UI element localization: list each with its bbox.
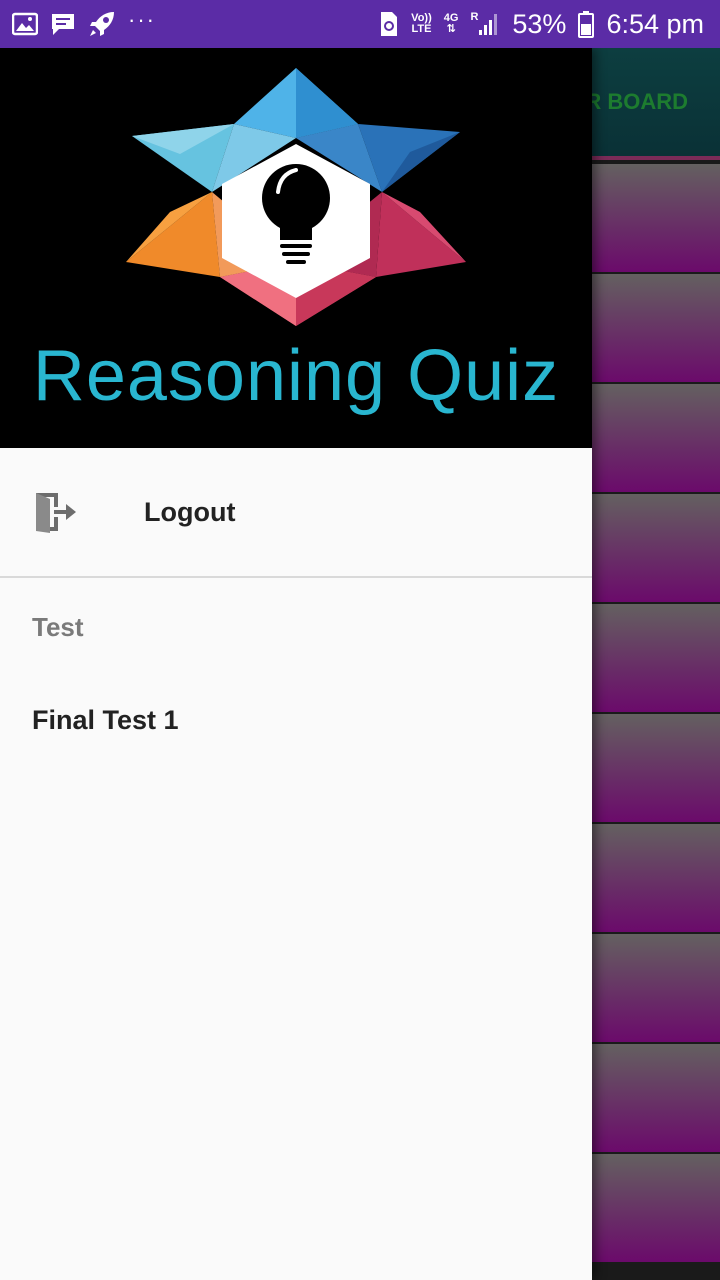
signal-icon: R xyxy=(470,12,500,36)
status-left: ··· xyxy=(12,7,156,38)
navigation-drawer: Reasoning Quiz Logout Test Final Test 1 xyxy=(0,48,592,1280)
battery-icon xyxy=(578,10,595,38)
menu-item-final-test-1[interactable]: Final Test 1 xyxy=(0,705,592,736)
drawer-header: Reasoning Quiz xyxy=(0,48,592,448)
logout-menu-item[interactable]: Logout xyxy=(0,448,592,578)
clock: 6:54 pm xyxy=(606,8,704,39)
status-right: Vo)) LTE 4G ⇅ R 53% 6:54 pm xyxy=(379,9,704,40)
chat-icon xyxy=(50,11,76,37)
main-header-text: R BOARD xyxy=(585,89,688,114)
data-arrows-icon: ⇅ xyxy=(446,23,456,35)
logout-label: Logout xyxy=(144,496,236,527)
section-title-test: Test xyxy=(32,612,84,642)
status-bar: ··· Vo)) LTE 4G ⇅ R 53% 6:54 pm xyxy=(0,0,720,48)
app-title: Reasoning Quiz xyxy=(32,336,560,416)
image-icon xyxy=(12,12,38,36)
app-logo xyxy=(120,62,472,332)
volte-indicator: Vo)) LTE xyxy=(411,13,432,35)
battery-percent: 53% xyxy=(512,8,567,39)
logout-icon xyxy=(32,489,78,535)
more-notifications-icon: ··· xyxy=(128,7,156,32)
rocket-icon xyxy=(88,10,116,38)
volte-bottom: LTE xyxy=(411,23,432,35)
network-type-indicator: 4G ⇅ xyxy=(444,13,459,35)
recycle-sim-icon xyxy=(379,11,399,37)
screen: ··· Vo)) LTE 4G ⇅ R 53% 6:54 pm R BOARD … xyxy=(0,0,720,1280)
roaming-indicator: R xyxy=(470,11,479,23)
